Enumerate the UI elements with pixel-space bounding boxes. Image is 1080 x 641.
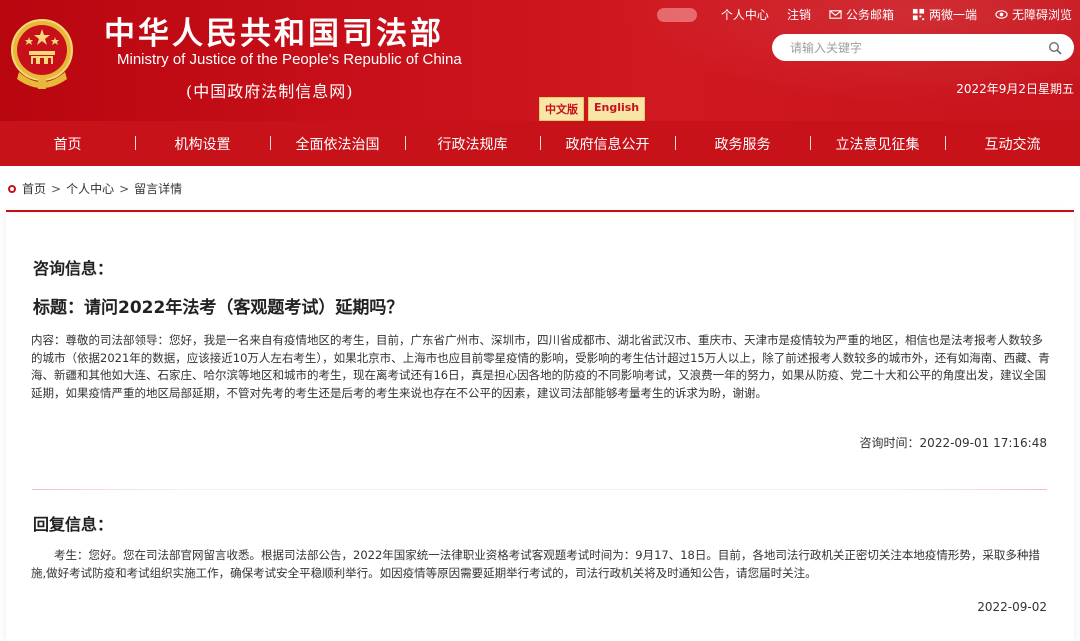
breadcrumb-separator: > — [119, 181, 130, 196]
language-switch: 中文版 English — [539, 97, 646, 121]
lang-chinese-button[interactable]: 中文版 — [539, 97, 584, 121]
nav-home[interactable]: 首页 — [0, 134, 135, 154]
nav-gov-info-disclosure[interactable]: 政府信息公开 — [540, 134, 675, 154]
eye-icon — [995, 10, 1008, 19]
breadcrumb-current: 留言详情 — [134, 182, 183, 196]
site-title: 中华人民共和国司法部 — [104, 16, 444, 52]
consult-time: 咨询时间：2022-09-01 17:16:48 — [859, 436, 1047, 450]
nav-gov-services[interactable]: 政务服务 — [675, 134, 810, 154]
breadcrumb-separator: > — [51, 181, 62, 196]
message-detail-panel: 咨询信息： 标题：请问2022年法考（客观题考试）延期吗？ 内容：尊敬的司法部领… — [6, 213, 1074, 641]
location-dot-icon — [8, 184, 16, 193]
wechat-weibo-app-link[interactable]: 两微一端 — [912, 6, 977, 23]
search-input[interactable] — [790, 40, 1048, 55]
qr-code-icon — [912, 8, 925, 21]
nav-legislative-opinions[interactable]: 立法意见征集 — [810, 134, 945, 154]
nav-regulations-library[interactable]: 行政法规库 — [405, 134, 540, 154]
national-emblem-icon[interactable] — [7, 17, 77, 91]
question-content: 内容：尊敬的司法部领导：您好，我是一名来自有疫情地区的考生，目前，广东省广州市、… — [31, 333, 1050, 400]
reply-date: 2022-09-02 — [977, 600, 1047, 614]
nav-rule-of-law[interactable]: 全面依法治国 — [270, 134, 405, 154]
section-divider — [32, 489, 1047, 490]
site-tagline: (中国政府法制信息网) — [186, 82, 354, 101]
consult-heading: 咨询信息： — [33, 259, 114, 278]
current-date: 2022年9月2日星期五 — [956, 82, 1074, 96]
reply-content: 考生：您好。您在司法部官网留言收悉。根据司法部公告，2022年国家统一法律职业资… — [31, 548, 1040, 580]
site-header: 中华人民共和国司法部 Ministry of Justice of the Pe… — [0, 0, 1080, 121]
reply-heading: 回复信息： — [33, 515, 114, 534]
nav-interaction[interactable]: 互动交流 — [945, 134, 1080, 154]
official-mail-link[interactable]: 公务邮箱 — [829, 6, 894, 23]
personal-center-link[interactable]: 个人中心 — [721, 6, 769, 23]
logout-link[interactable]: 注销 — [787, 6, 811, 23]
search-icon[interactable] — [1048, 41, 1062, 55]
breadcrumb-personal-center[interactable]: 个人中心 — [66, 180, 114, 197]
breadcrumb-underline — [6, 210, 1074, 212]
lang-english-button[interactable]: English — [588, 97, 646, 121]
blurred-username — [656, 7, 697, 22]
breadcrumb: 首页 > 个人中心 > 留言详情 — [8, 180, 182, 197]
accessibility-link[interactable]: 无障碍浏览 — [995, 6, 1072, 23]
main-nav: 首页 机构设置 全面依法治国 行政法规库 政府信息公开 政务服务 立法意见征集 … — [0, 121, 1080, 166]
site-subtitle: Ministry of Justice of the People's Repu… — [117, 51, 462, 68]
breadcrumb-home[interactable]: 首页 — [22, 180, 46, 197]
mail-icon — [829, 10, 842, 19]
question-title: 标题：请问2022年法考（客观题考试）延期吗？ — [33, 298, 404, 318]
top-links: 个人中心 注销 公务邮箱 两微一端 无障碍浏览 — [656, 6, 1072, 23]
search-box — [772, 34, 1074, 61]
nav-organization[interactable]: 机构设置 — [135, 134, 270, 154]
